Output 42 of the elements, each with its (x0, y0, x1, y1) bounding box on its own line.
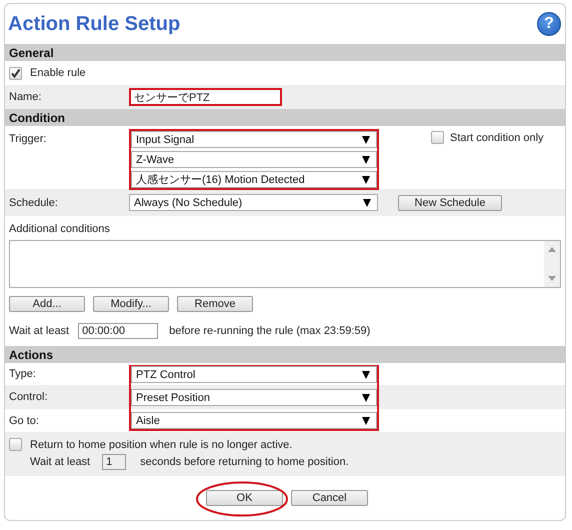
dialog-button[interactable]: OK (206, 490, 283, 506)
checkbox-label: Enable rule (30, 67, 86, 79)
name-field[interactable]: センサーでPTZ (129, 88, 282, 106)
page-title: Action Rule Setup (8, 12, 180, 36)
dropdown[interactable]: 人感センサー(16) Motion Detected (131, 171, 377, 188)
list-button[interactable]: Remove (177, 296, 253, 312)
field-label: Name: (9, 91, 42, 103)
field-label: Wait at least (30, 456, 90, 468)
checkbox[interactable] (9, 66, 22, 80)
field-label: Control: (8, 391, 49, 403)
field-label: Go to: (8, 414, 40, 426)
conditions-list[interactable] (9, 240, 561, 288)
caret-icon (362, 370, 370, 378)
dropdown[interactable]: PTZ Control (131, 366, 377, 383)
list-button[interactable]: Modify... (93, 296, 169, 312)
dropdown[interactable]: Always (No Schedule) (129, 194, 378, 211)
field-label: Type: (8, 368, 37, 380)
list-button[interactable]: Add... (9, 296, 85, 312)
checkbox[interactable] (431, 131, 444, 144)
hint-text: seconds before returning to home position. (140, 456, 349, 468)
section-header: Condition (5, 109, 565, 126)
checkbox-label: Start condition only (450, 132, 544, 144)
field-label: Trigger: (9, 132, 48, 145)
seconds-field[interactable]: 1 (102, 454, 126, 470)
field-label: Schedule: (9, 196, 59, 208)
caret-icon (362, 394, 370, 402)
caret-icon (363, 198, 371, 206)
dropdown[interactable]: Aisle (131, 412, 377, 429)
dropdown[interactable]: Input Signal (131, 131, 377, 148)
field-label: Additional conditions (9, 222, 110, 234)
checkbox-label: Return to home position when rule is no longer active. (30, 438, 292, 450)
new-schedule-button[interactable]: New Schedule (398, 194, 502, 210)
section-header: General (5, 44, 565, 61)
dropdown[interactable]: Preset Position (131, 389, 377, 406)
field-label: Wait at least (9, 325, 70, 337)
scrollbar[interactable] (544, 241, 560, 287)
section-header: Actions (5, 346, 565, 363)
time-field[interactable]: 00:00:00 (78, 323, 158, 339)
hint-text: before re-running the rule (max 23:59:59) (169, 325, 370, 337)
checkbox[interactable] (9, 438, 22, 451)
dialog-button[interactable]: Cancel (291, 490, 368, 506)
dropdown[interactable]: Z-Wave (131, 151, 377, 168)
